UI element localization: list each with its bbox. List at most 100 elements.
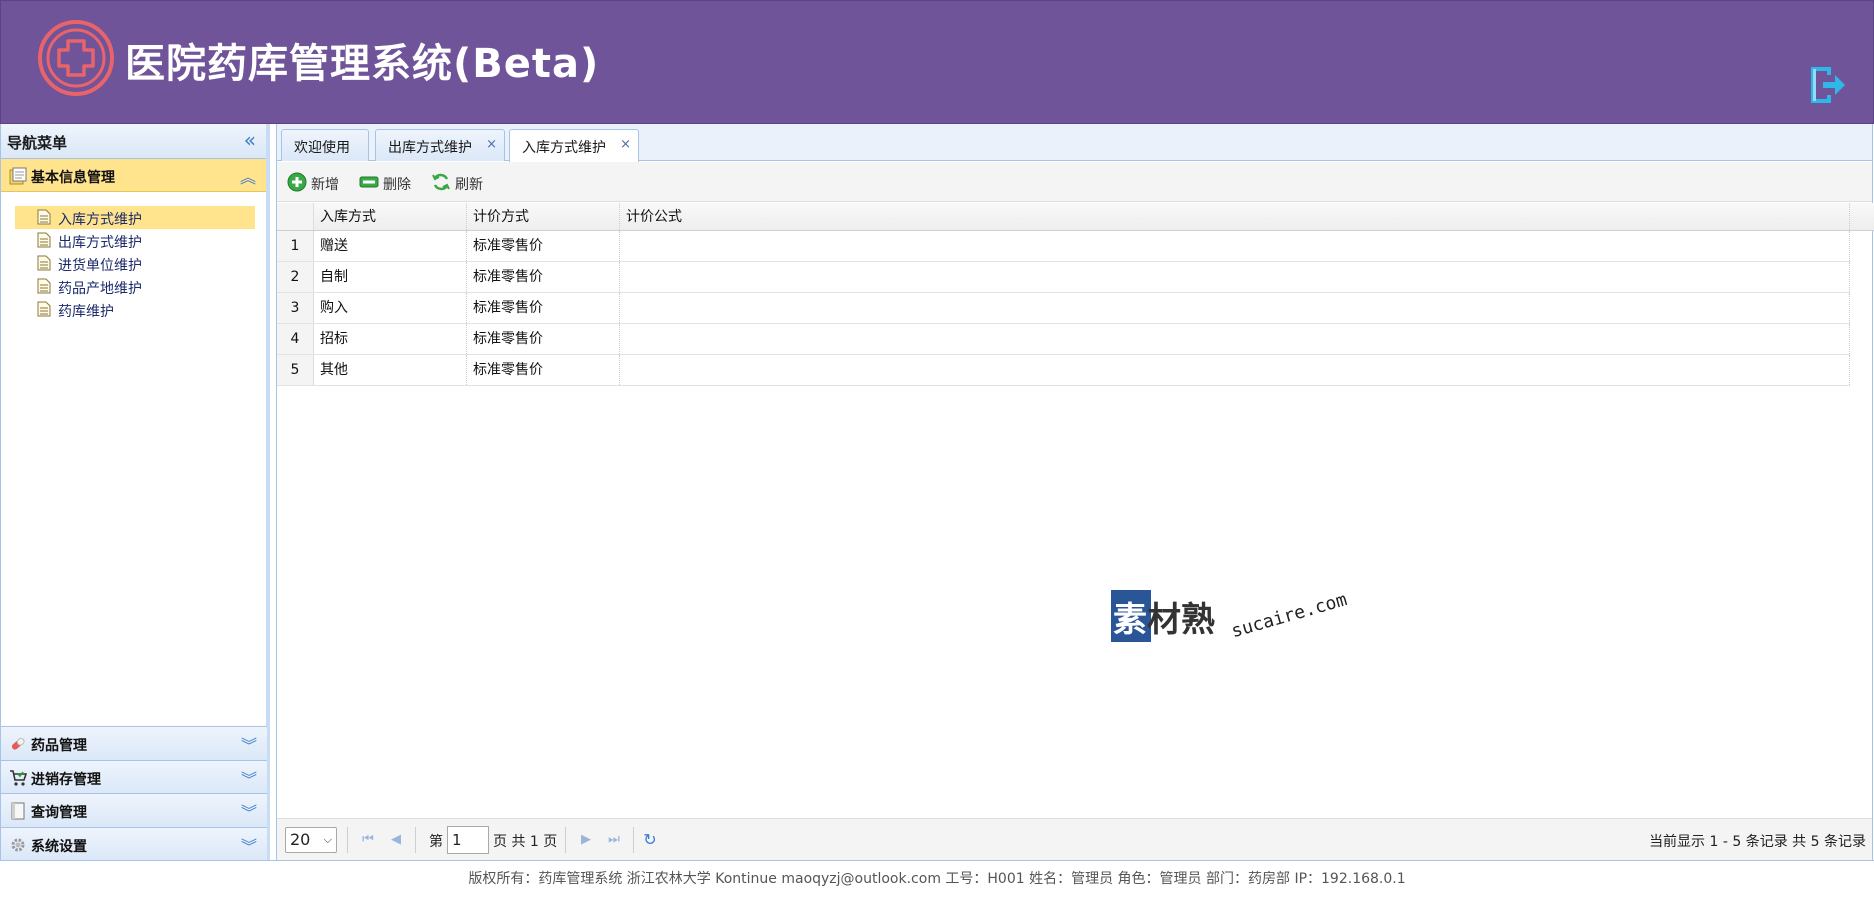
chevron-down-icon: ︾ bbox=[240, 769, 257, 789]
table-row[interactable]: 3 购入 标准零售价 bbox=[277, 293, 1850, 324]
tree-item-drug-origin[interactable]: 药品产地维护 bbox=[15, 275, 255, 298]
record-info: 当前显示 1 - 5 条记录 共 5 条记录 bbox=[1649, 834, 1866, 850]
pill-icon bbox=[11, 737, 25, 750]
chevron-down-icon: ︾ bbox=[240, 803, 257, 822]
last-page-icon[interactable]: ⏭ bbox=[605, 831, 623, 849]
row-number-header bbox=[277, 203, 314, 230]
close-icon[interactable]: × bbox=[620, 137, 631, 152]
accordion-label: 查询管理 bbox=[31, 805, 87, 821]
accordion-basic-info[interactable]: 基本信息管理 ︽ bbox=[1, 159, 266, 192]
table-row[interactable]: 5 其他 标准零售价 bbox=[277, 355, 1850, 386]
column-header-method[interactable]: 入库方式 bbox=[314, 203, 467, 230]
tree-item-inbound-method[interactable]: 入库方式维护 bbox=[15, 206, 255, 229]
first-page-icon[interactable]: ⏮ bbox=[359, 831, 377, 849]
pager-divider bbox=[347, 827, 348, 853]
navigation-sidebar: 导航菜单 « 基本信息管理 ︽ 入库方式维护 出库方式维护 进货单位维护 药品产… bbox=[0, 124, 270, 860]
cell-method: 其他 bbox=[314, 355, 467, 385]
row-number: 2 bbox=[277, 262, 314, 292]
reload-icon[interactable]: ↻ bbox=[641, 831, 659, 849]
accordion-label: 进销存管理 bbox=[31, 771, 101, 788]
tree-item-label: 进货单位维护 bbox=[58, 258, 142, 274]
tab-welcome[interactable]: 欢迎使用 bbox=[281, 129, 369, 161]
accordion-label: 系统设置 bbox=[31, 838, 87, 855]
cell-method: 自制 bbox=[314, 262, 467, 292]
grid-header: 入库方式 计价方式 计价公式 bbox=[277, 203, 1874, 231]
cell-method: 购入 bbox=[314, 293, 467, 323]
next-page-icon[interactable]: ▶ bbox=[577, 831, 595, 849]
table-row[interactable]: 4 招标 标准零售价 bbox=[277, 324, 1850, 355]
column-header-formula[interactable]: 计价公式 bbox=[620, 203, 1850, 230]
tree-item-supplier[interactable]: 进货单位维护 bbox=[15, 252, 255, 275]
cell-pricing: 标准零售价 bbox=[467, 324, 620, 354]
accordion-system-settings[interactable]: 系统设置 ︾ bbox=[1, 826, 267, 860]
accordion-query[interactable]: 查询管理 ︾ bbox=[1, 793, 267, 827]
refresh-label: 刷新 bbox=[455, 177, 483, 193]
gear-icon bbox=[11, 838, 25, 851]
footer-text: 版权所有：药库管理系统 浙江农林大学 Kontinue maoqyzj@outl… bbox=[468, 871, 1406, 887]
prev-page-icon[interactable]: ◀ bbox=[387, 831, 405, 849]
watermark: 素材熟 sucaire.com bbox=[1111, 582, 1361, 672]
row-number: 5 bbox=[277, 355, 314, 385]
page-suffix: 页 共 1 页 bbox=[493, 834, 558, 850]
cell-formula bbox=[620, 293, 1850, 323]
collapse-sidebar-icon[interactable]: « bbox=[244, 128, 256, 152]
add-label: 新增 bbox=[311, 177, 339, 193]
document-icon bbox=[37, 232, 51, 248]
accordion-label: 药品管理 bbox=[31, 738, 87, 754]
row-number: 1 bbox=[277, 231, 314, 261]
watermark-brand: 素材熟 bbox=[1113, 592, 1215, 641]
menu-tree: 入库方式维护 出库方式维护 进货单位维护 药品产地维护 药库维护 bbox=[15, 206, 255, 321]
logout-icon[interactable] bbox=[1807, 63, 1847, 107]
page-prefix: 第 bbox=[429, 834, 443, 850]
document-icon bbox=[37, 301, 51, 317]
toolbar: 新增 删除 刷新 bbox=[277, 162, 1872, 202]
page-size-value: 20 bbox=[290, 830, 311, 849]
chevron-up-icon: ︽ bbox=[239, 168, 256, 187]
close-icon[interactable]: × bbox=[486, 137, 497, 152]
column-header-pricing[interactable]: 计价方式 bbox=[467, 203, 620, 230]
current-page-input[interactable]: 1 bbox=[447, 826, 489, 854]
tree-item-label: 药品产地维护 bbox=[58, 281, 142, 297]
sidebar-title: 导航菜单 bbox=[7, 134, 68, 152]
cell-formula bbox=[620, 355, 1850, 385]
watermark-domain: sucaire.com bbox=[1229, 589, 1350, 643]
chevron-down-icon: ︾ bbox=[240, 836, 257, 856]
table-row[interactable]: 1 赠送 标准零售价 bbox=[277, 231, 1850, 262]
row-number: 4 bbox=[277, 324, 314, 354]
cell-method: 赠送 bbox=[314, 231, 467, 261]
cell-pricing: 标准零售价 bbox=[467, 231, 620, 261]
delete-button[interactable]: 删除 bbox=[359, 171, 419, 195]
tab-inbound-method[interactable]: 入库方式维护 × bbox=[509, 129, 639, 162]
chevron-down-icon: ⌵ bbox=[323, 833, 332, 846]
tree-item-warehouse[interactable]: 药库维护 bbox=[15, 298, 255, 321]
tree-item-label: 出库方式维护 bbox=[58, 235, 142, 251]
app-header: 医院药库管理系统(Beta) bbox=[0, 0, 1874, 124]
page-size-select[interactable]: 20 ⌵ bbox=[285, 827, 337, 853]
pagination-bar: 20 ⌵ ⏮ ◀ 第 1 页 共 1 页 ▶ ⏭ ↻ 当前显示 1 - 5 条记… bbox=[277, 818, 1872, 860]
document-icon bbox=[37, 209, 51, 225]
tab-label: 入库方式维护 bbox=[522, 140, 606, 156]
table-row[interactable]: 2 自制 标准零售价 bbox=[277, 262, 1850, 293]
accordion-label: 基本信息管理 bbox=[31, 170, 115, 186]
cell-formula bbox=[620, 262, 1850, 292]
delete-label: 删除 bbox=[383, 177, 411, 193]
chevron-down-icon: ︾ bbox=[240, 736, 257, 755]
tab-label: 出库方式维护 bbox=[388, 140, 472, 156]
pager-divider bbox=[415, 827, 416, 853]
accordion-drug-management[interactable]: 药品管理 ︾ bbox=[1, 726, 267, 760]
watermark-brand-first: 素 bbox=[1113, 600, 1147, 640]
refresh-button[interactable]: 刷新 bbox=[431, 171, 491, 195]
collapsed-sections: 药品管理 ︾ 进销存管理 ︾ 查询管理 ︾ 系统设置 ︾ bbox=[1, 726, 267, 860]
tab-outbound-method[interactable]: 出库方式维护 × bbox=[375, 129, 505, 161]
cell-pricing: 标准零售价 bbox=[467, 262, 620, 292]
add-button[interactable]: 新增 bbox=[287, 171, 347, 195]
add-icon bbox=[287, 172, 307, 192]
footer: 版权所有：药库管理系统 浙江农林大学 Kontinue maoqyzj@outl… bbox=[0, 860, 1874, 900]
tree-item-label: 入库方式维护 bbox=[58, 212, 142, 228]
refresh-icon bbox=[432, 173, 450, 191]
tree-item-label: 药库维护 bbox=[58, 304, 114, 320]
tree-item-outbound-method[interactable]: 出库方式维护 bbox=[15, 229, 255, 252]
pager-divider bbox=[633, 827, 634, 853]
accordion-inventory[interactable]: 进销存管理 ︾ bbox=[1, 759, 267, 793]
cell-pricing: 标准零售价 bbox=[467, 355, 620, 385]
